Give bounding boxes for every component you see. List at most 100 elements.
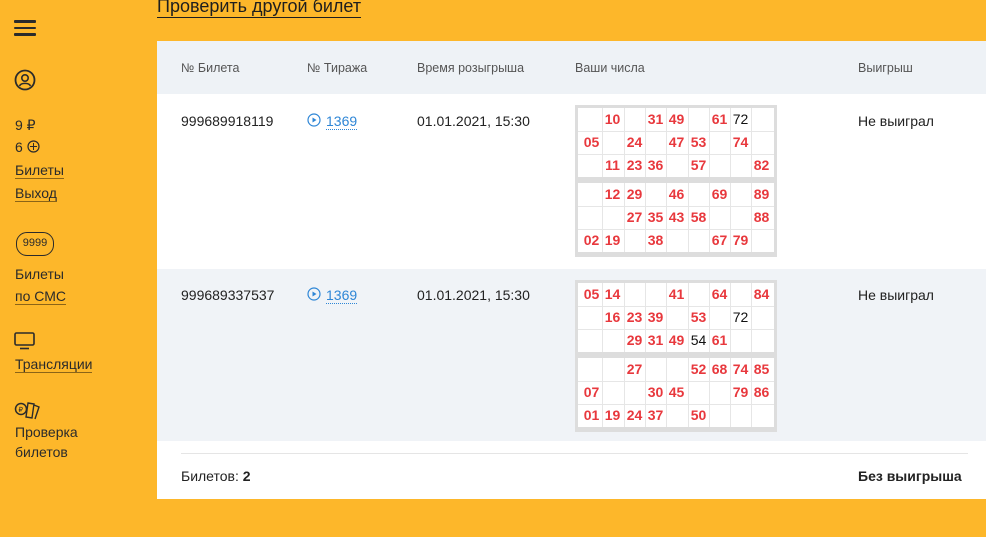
ticket-number-cell: 86 [753, 384, 770, 400]
ticket-number-cell: 47 [668, 134, 685, 150]
check-tickets-label[interactable]: Проверка [15, 424, 78, 440]
ticket-number-cell: 53 [690, 134, 707, 150]
ticket-number-cell: 27 [626, 209, 643, 225]
header-numbers: Ваши числа [575, 61, 645, 75]
ticket-number-cell: 02 [583, 232, 600, 248]
ticket-number-cell: 61 [711, 111, 728, 127]
sms-badge-text: 9999 [22, 237, 48, 249]
ticket-number-cell: 11 [605, 157, 620, 173]
play-icon[interactable] [307, 113, 321, 127]
header-draw: № Тиража [307, 61, 368, 75]
ticket-number-cell: 31 [647, 111, 664, 127]
ticket-number-cell: 41 [668, 286, 685, 302]
ticket-number-cell: 52 [690, 361, 707, 377]
table-row: 999689337537 1369 01.01.2021, 15:30 05 14… [157, 269, 986, 441]
ticket-number-cell: 29 [626, 332, 643, 348]
ticket-number-cell: 88 [753, 209, 770, 225]
ticket-number-cell: 43 [668, 209, 685, 225]
broadcasts-link[interactable]: Трансляции [15, 356, 93, 373]
ticket-number-cell: 05 [583, 286, 600, 302]
ticket-number-cell: 69 [711, 186, 728, 202]
ticket-number-cell: 58 [690, 209, 707, 225]
tv-icon[interactable] [14, 332, 36, 350]
ticket-number-cell: 36 [647, 157, 664, 173]
draw-time: 01.01.2021, 15:30 [417, 113, 530, 129]
ticket-numbers-grid: 10 31 49 61 72 05 24 47 53 74 11 23 36 57 82 12 29 46 69 89… [575, 105, 777, 257]
ticket-number-cell: 74 [732, 361, 749, 377]
ticket-number: 999689337537 [181, 287, 275, 303]
sms-tickets-label[interactable]: Билеты [15, 266, 64, 282]
prize-result: Не выиграл [858, 287, 934, 303]
tickets-count-value: 2 [242, 468, 251, 484]
ticket-number-cell: 14 [604, 286, 621, 302]
sidebar: 9 ₽ 6 Билеты Выход 9999 Билеты по СМС Тр… [0, 0, 150, 537]
header-prize: Выигрыш [858, 61, 913, 75]
balance-value: 9 ₽ [15, 117, 36, 133]
ticket-number-cell: 24 [626, 407, 643, 423]
ticket-number-cell: 54 [690, 332, 707, 348]
ticket-number-cell: 10 [604, 111, 621, 127]
hamburger-menu-icon[interactable] [14, 20, 36, 36]
ticket-number-cell: 31 [647, 332, 664, 348]
ticket-number-cell: 68 [711, 361, 728, 377]
ticket-number-cell: 57 [690, 157, 707, 173]
draw-link[interactable]: 1369 [326, 113, 358, 130]
check-another-ticket-link[interactable]: Проверить другой билет [157, 0, 362, 18]
ticket-number-cell: 19 [604, 232, 621, 248]
ticket-number-cell: 45 [668, 384, 685, 400]
play-icon[interactable] [307, 287, 321, 301]
ticket-number-cell: 79 [732, 384, 749, 400]
ticket-number-cell: 38 [647, 232, 664, 248]
ticket-number-cell: 50 [690, 407, 707, 423]
footer-divider [181, 453, 968, 454]
tickets-count-label: Билетов: [181, 468, 243, 484]
ticket-number-cell: 24 [626, 134, 643, 150]
results-panel: № Билета № Тиража Время розыгрыша Ваши ч… [157, 41, 986, 499]
ticket-number-cell: 29 [626, 186, 643, 202]
bonus-icon [27, 140, 40, 153]
ticket-number-cell: 67 [711, 232, 728, 248]
ticket-check-icon[interactable]: ₽ [14, 401, 42, 421]
draw-link[interactable]: 1369 [326, 287, 358, 304]
ticket-number: 999689918119 [181, 113, 274, 129]
tickets-link[interactable]: Билеты [15, 162, 64, 179]
sms-tickets-link[interactable]: по СМС [15, 288, 66, 305]
ticket-number-cell: 23 [626, 309, 643, 325]
ticket-numbers-grid: 05 14 41 64 84 16 23 39 53 72 29 31 49 54 61 27 52 68 74 85… [575, 280, 777, 432]
draw-time: 01.01.2021, 15:30 [417, 287, 530, 303]
ticket-number-cell: 07 [583, 384, 600, 400]
header-ticket: № Билета [181, 61, 240, 75]
user-icon[interactable] [14, 69, 36, 91]
ticket-number-cell: 16 [604, 309, 621, 325]
ticket-number-cell: 39 [647, 309, 664, 325]
ticket-number-cell: 49 [668, 111, 685, 127]
ticket-number-cell: 84 [753, 286, 770, 302]
ticket-number-cell: 05 [583, 134, 600, 150]
table-header: № Билета № Тиража Время розыгрыша Ваши ч… [157, 41, 986, 94]
ticket-field: 05 14 41 64 84 16 23 39 53 72 29 31 49 54 61 [578, 283, 774, 352]
ticket-number-cell: 35 [647, 209, 664, 225]
ticket-number-cell: 72 [732, 309, 749, 325]
prize-result: Не выиграл [858, 113, 934, 129]
ticket-number-cell: 12 [604, 186, 621, 202]
ticket-number-cell: 01 [583, 407, 600, 423]
ticket-number-cell: 46 [668, 186, 685, 202]
bonus-row: 6 [15, 139, 40, 155]
check-tickets-label-2[interactable]: билетов [15, 444, 68, 460]
ticket-number-cell: 19 [604, 407, 621, 423]
sms-badge-icon[interactable]: 9999 [16, 232, 54, 256]
header-time: Время розыгрыша [417, 61, 525, 75]
ticket-number-cell: 64 [711, 286, 728, 302]
ticket-number-cell: 27 [626, 361, 643, 377]
ticket-number-cell: 82 [753, 157, 770, 173]
ticket-field: 27 52 68 74 85 07 30 45 79 86 01 19 24 37 50 [578, 358, 774, 427]
table-row: 999689918119 1369 01.01.2021, 15:30 10 31… [157, 94, 986, 269]
ticket-number-cell: 89 [753, 186, 770, 202]
ticket-number-cell: 85 [753, 361, 770, 377]
ticket-field: 10 31 49 61 72 05 24 47 53 74 11 23 36 57 82 [578, 108, 774, 177]
tickets-count: Билетов: 2 [181, 468, 251, 484]
ticket-number-cell: 74 [732, 134, 749, 150]
ticket-number-cell: 30 [647, 384, 664, 400]
logout-link[interactable]: Выход [15, 185, 57, 202]
ticket-number-cell: 72 [732, 111, 749, 127]
